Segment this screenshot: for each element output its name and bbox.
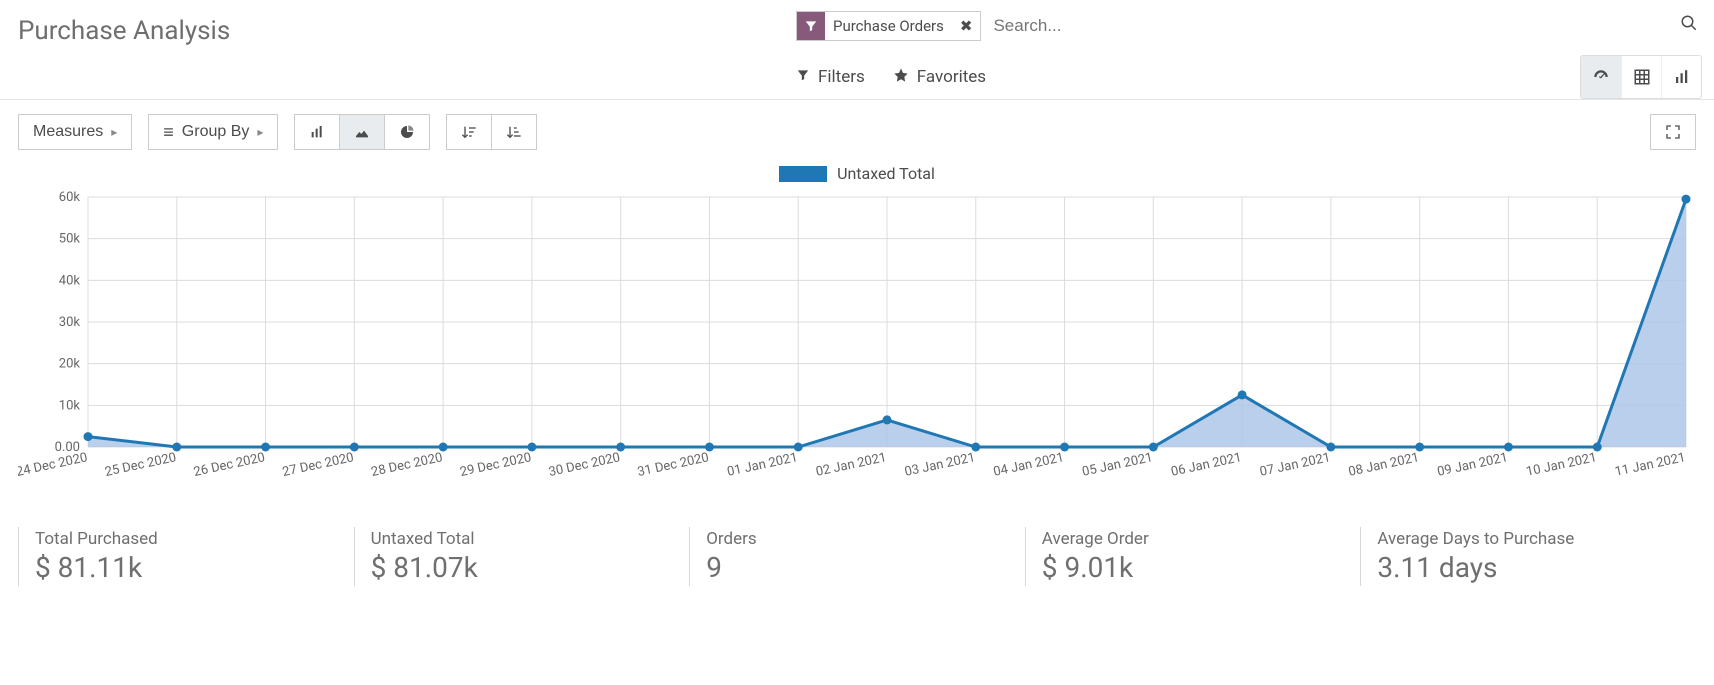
stat-card: Untaxed Total$ 81.07k: [354, 527, 690, 586]
filters-button[interactable]: Filters: [796, 67, 865, 87]
groupby-label: Group By: [182, 123, 250, 141]
measures-label: Measures: [33, 123, 103, 141]
chart-type-group: [294, 114, 430, 150]
stat-label: Average Days to Purchase: [1377, 529, 1680, 549]
svg-text:10 Jan 2021: 10 Jan 2021: [1525, 450, 1598, 480]
search-facet[interactable]: Purchase Orders ✖: [796, 11, 981, 41]
svg-text:11 Jan 2021: 11 Jan 2021: [1614, 450, 1687, 480]
expand-button[interactable]: [1650, 114, 1696, 150]
svg-text:27 Dec 2020: 27 Dec 2020: [281, 450, 355, 480]
view-pivot-button[interactable]: [1621, 56, 1661, 98]
search-tools: Filters Favorites: [796, 55, 1706, 99]
stats-row: Total Purchased$ 81.11kUntaxed Total$ 81…: [18, 527, 1696, 586]
search-bar: Purchase Orders ✖: [796, 10, 1706, 41]
legend-swatch: [779, 166, 827, 182]
stat-label: Untaxed Total: [371, 529, 674, 549]
stat-card: Total Purchased$ 81.11k: [18, 527, 354, 586]
svg-text:60k: 60k: [59, 190, 81, 205]
chart-pie-button[interactable]: [385, 114, 430, 150]
filter-icon: [796, 68, 810, 86]
view-dashboard-button[interactable]: [1581, 56, 1621, 98]
svg-text:50k: 50k: [59, 232, 81, 247]
stat-card: Average Days to Purchase3.11 days: [1360, 527, 1696, 586]
stat-card: Average Order$ 9.01k: [1025, 527, 1361, 586]
chart-line-button[interactable]: [340, 114, 385, 150]
search-icon[interactable]: [1672, 10, 1706, 41]
stat-value: $ 81.11k: [35, 551, 338, 584]
svg-text:25 Dec 2020: 25 Dec 2020: [104, 450, 178, 480]
svg-text:28 Dec 2020: 28 Dec 2020: [370, 450, 444, 480]
caret-right-icon: ▸: [257, 125, 263, 139]
svg-text:29 Dec 2020: 29 Dec 2020: [459, 450, 533, 480]
legend-label: Untaxed Total: [837, 164, 935, 183]
caret-right-icon: ▸: [111, 125, 117, 139]
close-icon[interactable]: ✖: [952, 17, 981, 35]
favorites-button[interactable]: Favorites: [893, 67, 986, 87]
stat-value: $ 9.01k: [1042, 551, 1345, 584]
stat-value: $ 81.07k: [371, 551, 674, 584]
stat-label: Average Order: [1042, 529, 1345, 549]
groupby-button[interactable]: Group By ▸: [148, 114, 278, 150]
sort-desc-button[interactable]: [446, 114, 492, 150]
svg-text:04 Jan 2021: 04 Jan 2021: [992, 450, 1065, 480]
chart-legend: Untaxed Total: [18, 164, 1696, 183]
stat-value: 9: [706, 551, 1009, 584]
svg-text:05 Jan 2021: 05 Jan 2021: [1081, 450, 1154, 480]
filters-label: Filters: [818, 67, 865, 87]
svg-text:20k: 20k: [59, 357, 81, 372]
stat-label: Total Purchased: [35, 529, 338, 549]
stat-label: Orders: [706, 529, 1009, 549]
chart-bar-button[interactable]: [294, 114, 340, 150]
svg-text:26 Dec 2020: 26 Dec 2020: [192, 450, 266, 480]
svg-text:31 Dec 2020: 31 Dec 2020: [636, 450, 710, 480]
svg-text:06 Jan 2021: 06 Jan 2021: [1170, 450, 1243, 480]
search-input[interactable]: [987, 12, 1666, 40]
chart-area: Untaxed Total 0.0010k20k30k40k50k60k24 D…: [0, 150, 1714, 507]
sort-asc-button[interactable]: [492, 114, 537, 150]
facet-label: Purchase Orders: [825, 17, 952, 35]
header-right: Purchase Orders ✖ Filters Favorites: [776, 10, 1706, 99]
svg-text:10k: 10k: [59, 398, 81, 413]
svg-text:01 Jan 2021: 01 Jan 2021: [726, 450, 799, 480]
measures-button[interactable]: Measures ▸: [18, 114, 132, 150]
svg-text:03 Jan 2021: 03 Jan 2021: [903, 450, 976, 480]
view-graph-button[interactable]: [1661, 56, 1701, 98]
page-header: Purchase Analysis Purchase Orders ✖ Filt…: [0, 0, 1714, 100]
stat-card: Orders9: [689, 527, 1025, 586]
view-switcher: [1580, 55, 1702, 99]
line-chart: 0.0010k20k30k40k50k60k24 Dec 202025 Dec …: [18, 187, 1696, 507]
svg-text:07 Jan 2021: 07 Jan 2021: [1258, 450, 1331, 480]
svg-text:09 Jan 2021: 09 Jan 2021: [1436, 450, 1509, 480]
funnel-icon: [797, 12, 825, 40]
hamburger-icon: [163, 122, 174, 143]
star-icon: [893, 67, 909, 87]
page-title: Purchase Analysis: [18, 10, 230, 46]
graph-toolbar: Measures ▸ Group By ▸: [0, 100, 1714, 150]
svg-text:02 Jan 2021: 02 Jan 2021: [815, 450, 888, 480]
svg-text:40k: 40k: [59, 273, 81, 288]
stat-value: 3.11 days: [1377, 551, 1680, 584]
svg-text:24 Dec 2020: 24 Dec 2020: [18, 450, 89, 480]
svg-text:30k: 30k: [59, 315, 81, 330]
svg-text:30 Dec 2020: 30 Dec 2020: [547, 450, 621, 480]
sort-group: [446, 114, 537, 150]
svg-text:08 Jan 2021: 08 Jan 2021: [1347, 450, 1420, 480]
favorites-label: Favorites: [917, 67, 986, 87]
